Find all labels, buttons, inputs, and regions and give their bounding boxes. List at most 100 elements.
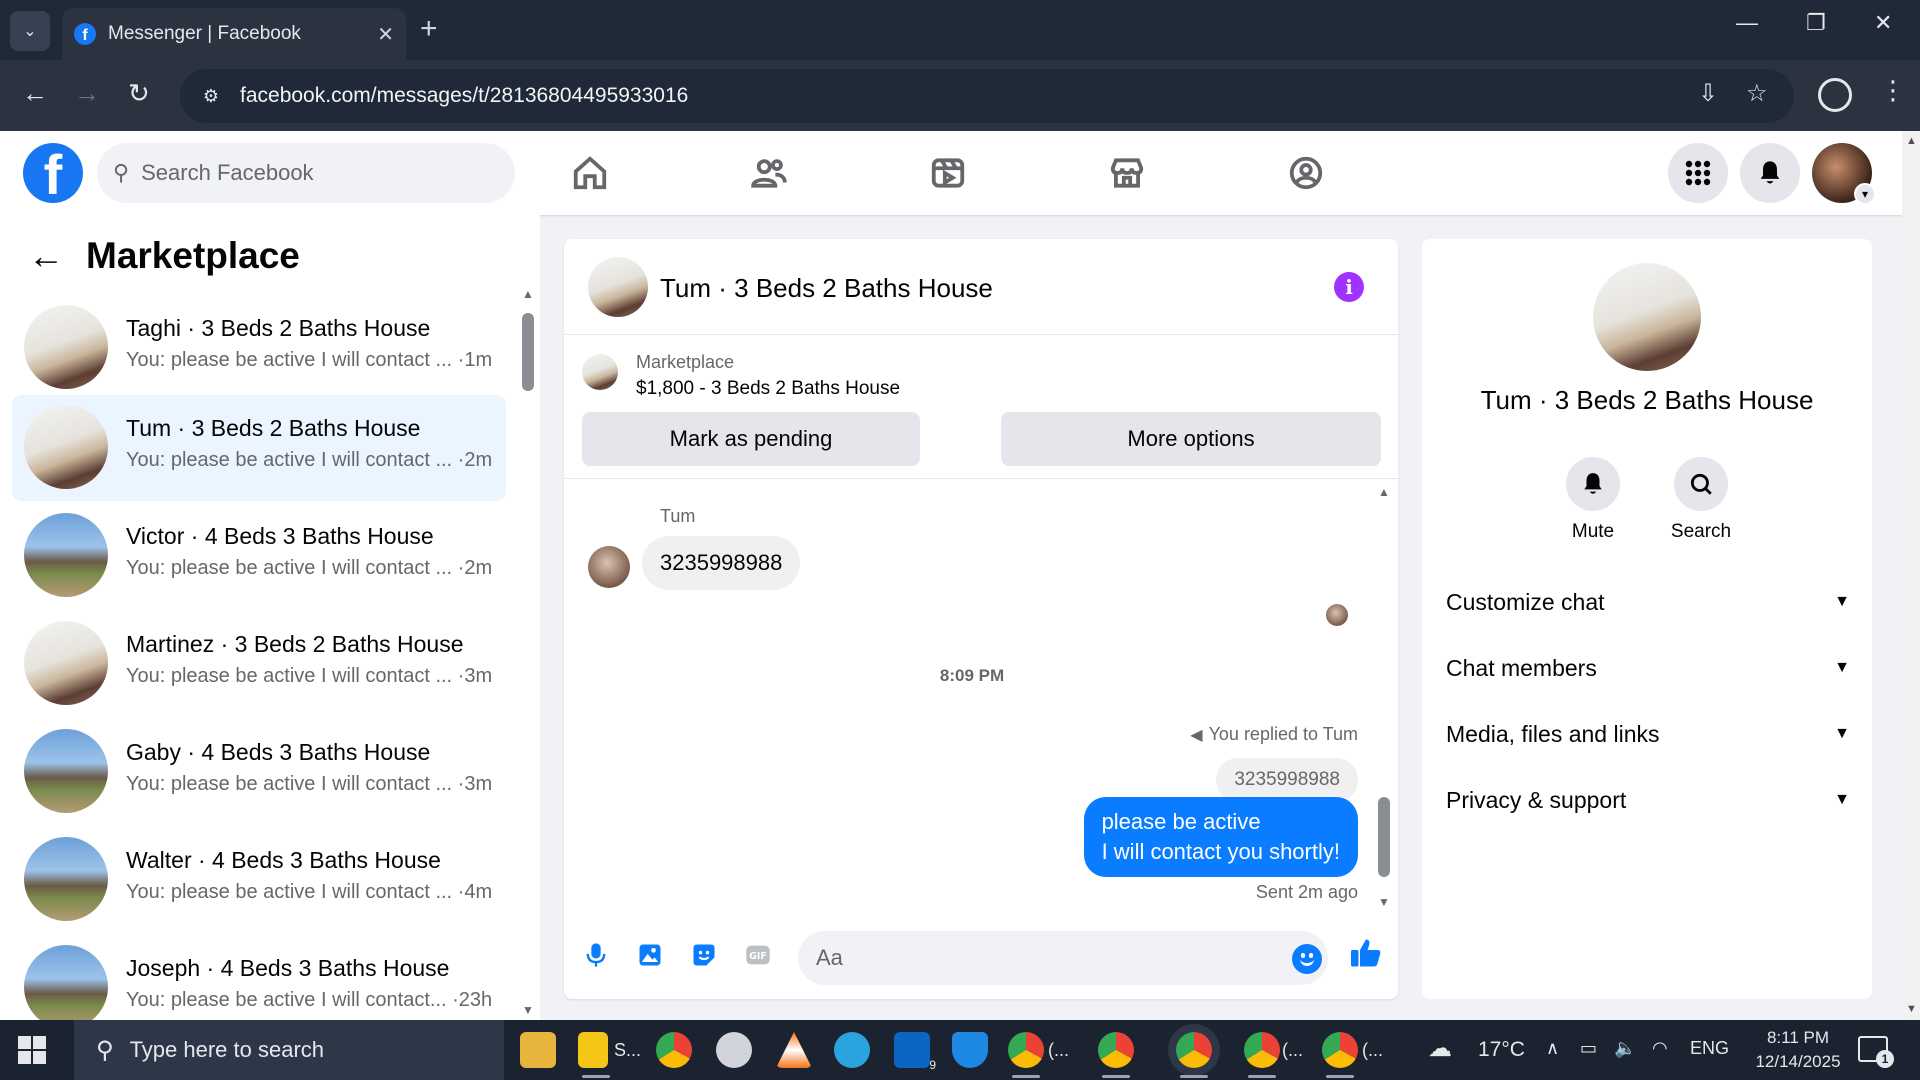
chrome-profile-icon[interactable] [1244,1032,1280,1078]
chrome-profile-icon-active[interactable] [1176,1032,1212,1078]
message-input[interactable] [816,944,1256,972]
outgoing-message[interactable]: please be active I will contact you shor… [1083,797,1358,877]
linkedin-icon[interactable]: 9 [894,1032,936,1072]
scrollbar-thumb[interactable] [522,313,534,391]
chat-avatar[interactable] [588,257,648,317]
sticker-icon[interactable] [688,939,720,971]
sticky-notes-icon[interactable] [578,1032,610,1078]
vlc-icon[interactable] [776,1032,812,1068]
scroll-up-icon[interactable]: ▲ [1378,485,1390,499]
temperature[interactable]: 17°C [1478,1038,1525,1062]
incoming-message[interactable]: 3235998988 [642,536,801,590]
windows-start-icon[interactable] [18,1036,46,1064]
minimize-window-button[interactable]: — [1736,10,1758,36]
facebook-search[interactable]: ⚲ [97,143,515,203]
telegram-icon[interactable] [834,1032,870,1068]
info-avatar[interactable] [1593,263,1701,371]
thumbs-up-icon[interactable] [1348,935,1388,975]
forward-button[interactable]: → [74,78,100,109]
info-icon[interactable]: i [1334,272,1364,302]
chrome-profile-icon[interactable] [1098,1032,1134,1078]
new-tab-button[interactable]: + [420,12,438,46]
video-icon[interactable] [928,153,968,193]
chat-title[interactable]: Tum · 3 Beds 2 Baths House [660,273,993,304]
chrome-profile-icon[interactable] [1008,1032,1044,1078]
bell-icon[interactable] [1566,457,1620,511]
scroll-down-icon[interactable]: ▼ [1906,1003,1917,1015]
battery-icon[interactable]: ▭ [1580,1038,1597,1059]
mark-as-pending-button[interactable]: Mark as pending [582,412,920,466]
microphone-icon[interactable] [580,939,612,971]
defender-icon[interactable] [952,1032,988,1068]
facebook-logo-icon[interactable]: f [23,143,83,203]
conversation-item[interactable]: Joseph · 4 Beds 3 Baths House You: pleas… [12,935,506,1020]
volume-icon[interactable]: 🔈 [1614,1038,1636,1059]
chrome-profile-icon[interactable] [1322,1032,1358,1078]
install-app-icon[interactable]: ⇩ [1698,79,1718,108]
scroll-down-icon[interactable]: ▼ [1378,895,1390,909]
restore-window-button[interactable]: ❐ [1806,10,1826,36]
marketplace-icon[interactable] [1107,153,1147,193]
paint-icon[interactable] [716,1032,752,1068]
conversation-item[interactable]: Walter · 4 Beds 3 Baths House You: pleas… [12,827,506,933]
scrollbar-thumb[interactable] [1378,797,1390,877]
emoji-icon[interactable] [1292,944,1322,974]
reload-button[interactable]: ↻ [128,78,150,109]
address-bar[interactable]: ⚙ facebook.com/messages/t/28136804495933… [180,69,1794,123]
facebook-search-input[interactable] [141,160,482,186]
gaming-icon[interactable] [1286,153,1326,193]
sender-avatar[interactable] [588,546,630,588]
wifi-icon[interactable]: ◠ [1652,1038,1668,1059]
media-files-links-section[interactable]: Media, files and links ▼ [1446,714,1850,754]
file-explorer-icon[interactable] [520,1032,556,1068]
message-input-box[interactable] [798,931,1328,985]
back-button[interactable]: ← [22,78,48,109]
conversation-item[interactable]: Taghi · 3 Beds 2 Baths House You: please… [12,295,506,401]
photo-icon[interactable] [634,939,666,971]
browser-menu-icon[interactable]: ⋮ [1880,75,1906,106]
chat-members-section[interactable]: Chat members ▼ [1446,648,1850,688]
friends-icon[interactable] [749,153,789,193]
scroll-down-icon[interactable]: ▼ [522,1003,534,1017]
browser-tab-messenger[interactable]: f Messenger | Facebook ✕ [62,8,406,60]
browser-profile-icon[interactable] [1818,78,1852,112]
bookmark-star-icon[interactable]: ☆ [1746,79,1768,108]
conversation-item-active[interactable]: Tum · 3 Beds 2 Baths House You: please b… [12,395,506,501]
scroll-up-icon[interactable]: ▲ [522,287,534,301]
account-avatar[interactable]: ▾ [1812,143,1876,205]
privacy-support-section[interactable]: Privacy & support ▼ [1446,780,1850,820]
taskbar-search[interactable]: ⚲ Type here to search [74,1020,504,1080]
conversation-item[interactable]: Gaby · 4 Beds 3 Baths House You: please … [12,719,506,825]
sidebar-scrollbar[interactable]: ▲ ▼ [522,287,534,1017]
mute-action[interactable]: Mute [1548,457,1638,543]
gif-icon[interactable]: GIF [742,939,774,971]
page-scrollbar[interactable]: ▲ ▼ [1902,131,1920,1020]
search-icon[interactable] [1674,457,1728,511]
chevron-down-icon: ▼ [1834,593,1850,610]
system-clock[interactable]: 8:11 PM 12/14/2025 [1752,1026,1844,1074]
menu-grid-button[interactable] [1668,143,1728,203]
listing-mini-thumbnail[interactable] [582,354,618,390]
tab-search-button[interactable]: ⌄ [10,11,50,51]
notifications-button[interactable] [1740,143,1800,203]
chrome-icon[interactable] [656,1032,692,1068]
close-window-button[interactable]: ✕ [1874,10,1892,36]
language-indicator[interactable]: ENG [1690,1038,1729,1059]
site-settings-icon[interactable]: ⚙ [194,79,228,113]
close-tab-icon[interactable]: ✕ [377,22,394,47]
home-icon[interactable] [570,153,610,193]
weather-icon[interactable]: ☁ [1428,1034,1452,1063]
chevron-up-icon[interactable]: ∧ [1546,1038,1559,1059]
conversation-item[interactable]: Martinez · 3 Beds 2 Baths House You: ple… [12,611,506,717]
listing-price-title[interactable]: $1,800 - 3 Beds 2 Baths House [636,378,900,400]
scroll-up-icon[interactable]: ▲ [1906,135,1917,147]
search-icon: ⚲ [113,160,130,185]
notification-center-icon[interactable]: 1 [1858,1036,1894,1068]
back-arrow-icon[interactable]: ← [28,235,64,277]
quoted-message[interactable]: 3235998988 [1216,758,1358,802]
more-options-button[interactable]: More options [1001,412,1381,466]
conversation-item[interactable]: Victor · 4 Beds 3 Baths House You: pleas… [12,503,506,609]
customize-chat-section[interactable]: Customize chat ▼ [1446,582,1850,622]
chat-scrollbar[interactable]: ▲ ▼ [1378,485,1390,909]
search-action[interactable]: Search [1656,457,1746,543]
